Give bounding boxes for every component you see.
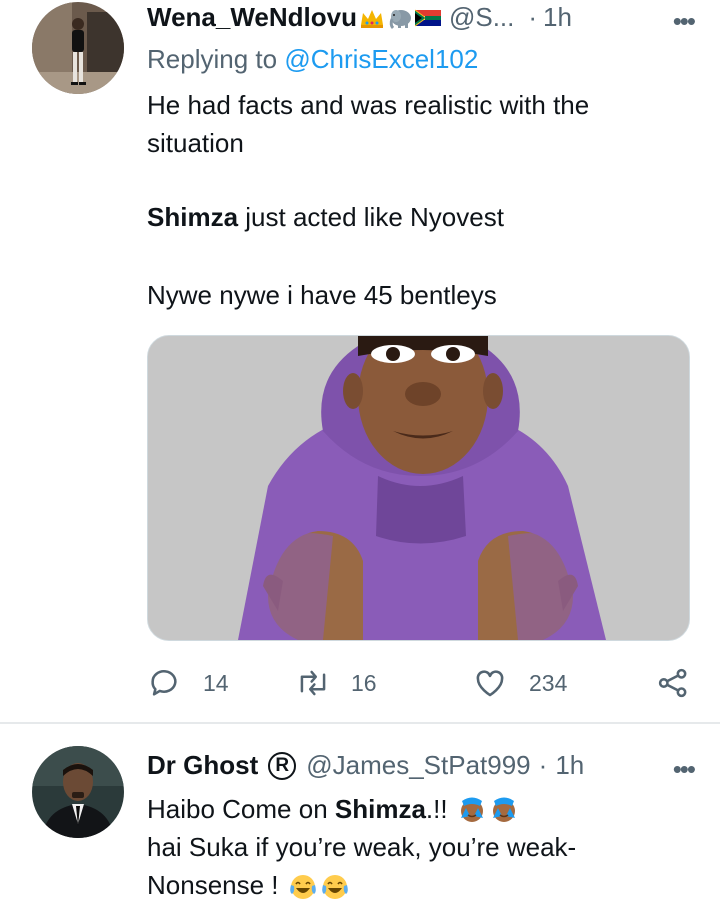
replying-to-link[interactable]: @ChrisExcel102 (284, 44, 478, 74)
retweet-button[interactable]: 16 (295, 666, 377, 700)
facepalm-emoji (457, 796, 487, 826)
like-count: 234 (529, 669, 568, 696)
like-icon (473, 666, 507, 700)
replying-to: Replying to @ChrisExcel102 (147, 44, 478, 75)
reply-icon (147, 666, 181, 700)
retweet-count: 16 (351, 669, 377, 696)
elephant-emoji (387, 5, 413, 31)
text-post: .!! (425, 794, 448, 824)
separator-dot: · (538, 750, 548, 780)
retweet-icon (295, 666, 331, 700)
reply-button[interactable]: 14 (147, 666, 229, 700)
share-icon (656, 666, 690, 700)
avatar-dr-ghost[interactable] (32, 746, 124, 838)
display-name[interactable]: Dr Ghost (147, 750, 258, 781)
replying-to-label: Replying to (147, 44, 278, 74)
text-pre: Haibo Come on (147, 794, 335, 824)
registered-badge-icon: R (268, 751, 297, 780)
text-nonsense: Nonsense ! (147, 870, 279, 900)
tweet-text-line-2: hai Suka if you’re weak, you’re weak- (147, 832, 577, 862)
tweet-header: Wena_WeNdlovu @S... · 1h (147, 2, 572, 33)
tweet-text-line-3: Nywe nywe i have 45 bentleys (147, 280, 497, 310)
user-handle[interactable]: @S... (449, 2, 514, 33)
tweet-header: Dr Ghost R @James_StPat999 · 1h (147, 750, 584, 781)
tweet-text-line-1: Haibo Come on Shimza.!! (147, 790, 519, 828)
user-handle[interactable]: @James_StPat999 (306, 750, 530, 781)
share-button[interactable] (656, 666, 690, 700)
facepalm-emoji (489, 796, 519, 826)
separator-dot: · (528, 2, 538, 32)
reply-count: 14 (203, 669, 229, 696)
tweet-actions: 14 16 234 (147, 666, 692, 706)
bold-mention: Shimza (334, 794, 426, 824)
tweet-reply-2[interactable]: Dr Ghost R @James_StPat999 · 1h ••• Haib… (0, 724, 720, 916)
laughing-emoji (320, 872, 350, 902)
tweet-reply-1[interactable]: Wena_WeNdlovu @S... · 1h ••• Replying to… (0, 0, 720, 722)
avatar-wena[interactable] (32, 2, 124, 94)
tweet-text-line-1: He had facts and was realistic with the … (147, 90, 590, 158)
bold-mention: Shimza (147, 202, 239, 232)
like-button[interactable]: 234 (473, 666, 567, 700)
south-africa-flag-emoji (414, 5, 441, 31)
text-rest: just acted like Nyovest (238, 202, 504, 232)
attached-media-image[interactable] (147, 335, 690, 641)
timestamp[interactable]: 1h (543, 2, 572, 33)
timestamp[interactable]: 1h (555, 750, 584, 781)
laughing-emoji (288, 872, 318, 902)
tweet-text-line-2: Shimza just acted like Nyovest (147, 198, 504, 236)
more-options-icon[interactable]: ••• (673, 754, 696, 785)
display-name[interactable]: Wena_WeNdlovu (147, 2, 357, 33)
tweet-text-line-3: Nonsense ! (147, 866, 350, 904)
more-options-icon[interactable]: ••• (673, 6, 696, 37)
crown-emoji (359, 5, 385, 31)
registered-badge-letter: R (275, 754, 290, 776)
